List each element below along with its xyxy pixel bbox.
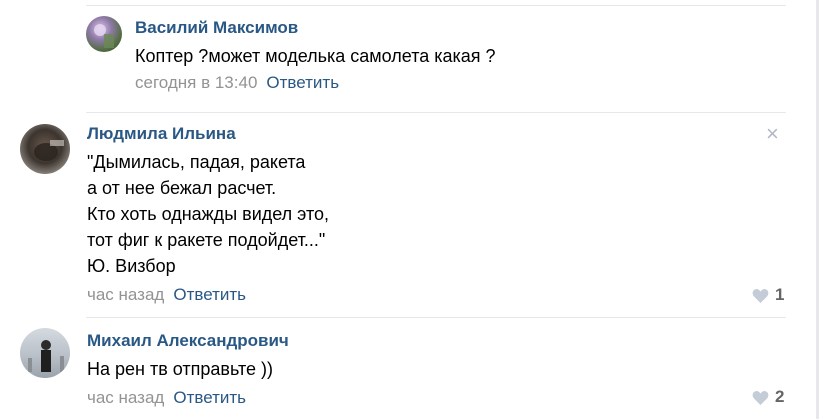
comment-text-line: "Дымилась, падая, ракета	[87, 152, 306, 172]
heart-icon	[752, 390, 769, 405]
comment-text-line: Кто хоть однажды видел это,	[87, 204, 330, 224]
comment-time[interactable]: сегодня в 13:40	[135, 73, 257, 92]
avatar-image	[34, 140, 64, 161]
close-icon[interactable]: ×	[766, 121, 779, 147]
comment-meta: час назад Ответить	[87, 388, 246, 408]
heart-icon	[752, 288, 769, 303]
comment-time[interactable]: час назад	[87, 388, 164, 407]
like-count: 1	[775, 285, 785, 304]
avatar[interactable]	[86, 16, 122, 52]
comments-page: Василий Максимов Коптер ?может моделька …	[0, 0, 819, 419]
avatar[interactable]	[20, 124, 70, 174]
comment-meta: час назад Ответить	[87, 285, 246, 305]
comment-author[interactable]: Людмила Ильина	[87, 124, 236, 144]
divider-top	[86, 5, 786, 6]
like-button[interactable]: 2	[752, 387, 784, 407]
avatar-image	[28, 340, 64, 372]
reply-button[interactable]: Ответить	[173, 388, 246, 407]
comment-text-line: а от нее бежал расчет.	[87, 178, 277, 198]
comment-author[interactable]: Михаил Александрович	[87, 331, 289, 351]
avatar[interactable]	[20, 328, 70, 378]
comment-text: На рен тв отправьте ))	[87, 359, 273, 379]
like-count: 2	[775, 387, 785, 406]
comment-meta: сегодня в 13:40 Ответить	[135, 73, 339, 93]
divider	[86, 112, 786, 113]
like-button[interactable]: 1	[752, 285, 784, 305]
comment-text: "Дымилась, падая, ракета а от нее бежал …	[87, 149, 329, 279]
comment-text: Коптер ?может моделька самолета какая ?	[135, 46, 496, 66]
comment-text-line: тот фиг к ракете подойдет..."	[87, 230, 326, 250]
comment-time[interactable]: час назад	[87, 285, 164, 304]
comment-author[interactable]: Василий Максимов	[135, 18, 298, 38]
reply-button[interactable]: Ответить	[266, 73, 339, 92]
comment-text-line: Ю. Визбор	[87, 256, 176, 276]
divider	[86, 317, 786, 318]
reply-button[interactable]: Ответить	[173, 285, 246, 304]
avatar-image	[94, 24, 114, 48]
